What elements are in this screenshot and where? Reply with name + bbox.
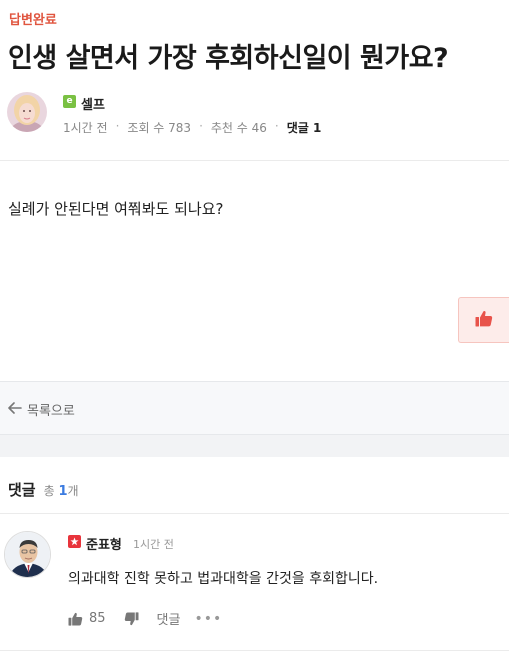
thumbs-up-icon[interactable] [68,612,83,626]
comment-reply-button[interactable]: 댓글 [157,609,181,628]
comments-total: 총 1개 [44,482,79,499]
post-body: 실례가 안된다면 여쭤봐도 되나요? [8,200,224,218]
comments-total-prefix: 총 [43,484,55,498]
author-name[interactable]: 셀프 [81,94,105,113]
meta-separator: · [115,119,120,133]
post-recommends: 추천 수 46 [210,121,267,135]
post-title: 인생 살면서 가장 후회하신일이 뭔가요? [8,43,449,74]
header-divider [0,160,509,161]
post-meta: 1시간 전 · 조회 수 783 · 추천 수 46 · 댓글 1 [63,119,321,136]
back-to-list-link[interactable]: 목록으로 [8,400,75,419]
comments-total-count: 1 [58,484,68,499]
level-badge-icon: e [63,95,76,108]
comment-time: 1시간 전 [133,538,174,551]
comment-like-count: 85 [89,611,106,626]
more-dots-icon[interactable]: ••• [194,611,222,627]
commenter-name[interactable]: 준표형 [86,534,122,553]
meta-separator: · [274,119,279,133]
comment-actions: 85 댓글 ••• [68,609,222,628]
comments-divider [0,513,509,514]
back-bar: 목록으로 [0,381,509,435]
comments-title: 댓글 [8,481,36,499]
comment-text: 의과대학 진학 못하고 법과대학을 간것을 후회합니다. [68,571,379,587]
meta-separator: · [199,119,203,133]
comment-bottom-divider [0,650,509,651]
post-status-label: 답변완료 [9,13,57,28]
post-comment-count[interactable]: 댓글 1 [287,119,322,136]
arrow-left-icon [8,401,22,418]
post-time: 1시간 전 [63,121,108,135]
author-avatar[interactable] [7,92,47,132]
commenter-badge-icon [68,535,81,548]
thumbs-down-icon[interactable] [124,611,139,626]
like-button[interactable] [458,297,509,343]
post-views: 조회 수 783 [127,121,192,135]
comment-avatar[interactable] [4,531,51,578]
section-gap [0,435,509,457]
comments-header: 댓글 총 1개 [8,479,79,500]
thumbs-up-icon [475,310,493,331]
comments-total-suffix: 개 [67,484,79,498]
back-label: 목록으로 [27,404,75,419]
